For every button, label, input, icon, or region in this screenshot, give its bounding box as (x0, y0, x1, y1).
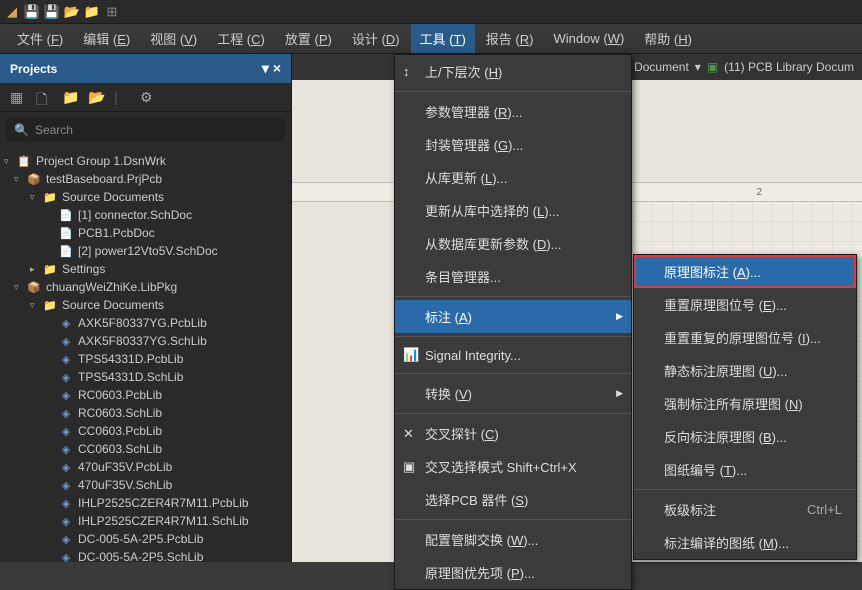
annotate-submenu: 原理图标注 (A)...重置原理图位号 (E)...重置重复的原理图位号 (I)… (633, 254, 857, 560)
menu-p[interactable]: 放置 (P) (276, 24, 341, 53)
tree-item[interactable]: ◈IHLP2525CZER4R7M11.SchLib (0, 512, 291, 530)
menu-t[interactable]: 工具 (T) (411, 24, 475, 53)
menu-item[interactable]: 标注编译的图纸 (M)... (634, 526, 856, 559)
menu-item[interactable]: 反向标注原理图 (B)... (634, 420, 856, 453)
menu-item[interactable]: 从库更新 (L)... (395, 161, 631, 194)
menu-item[interactable]: ↕上/下层次 (H) (395, 55, 631, 88)
tree-item[interactable]: ▸📁Settings (0, 260, 291, 278)
menu-e[interactable]: 编辑 (E) (74, 24, 139, 53)
gear-icon[interactable]: ⚙ (140, 89, 156, 105)
tree-item[interactable]: ▿📦testBaseboard.PrjPcb (0, 170, 291, 188)
tree-item[interactable]: ◈RC0603.PcbLib (0, 386, 291, 404)
tool-icon-4[interactable]: 📂 (88, 89, 104, 105)
altium-logo-icon: ◢ (4, 4, 20, 20)
menu-item[interactable]: 📊Signal Integrity... (395, 340, 631, 370)
menu-v[interactable]: 视图 (V) (141, 24, 206, 53)
menu-item[interactable]: 图纸编号 (T)... (634, 453, 856, 486)
tree-item[interactable]: ◈AXK5F80337YG.PcbLib (0, 314, 291, 332)
menu-item[interactable]: ▣交叉选择模式 Shift+Ctrl+X (395, 450, 631, 483)
tree-item[interactable]: ◈CC0603.SchLib (0, 440, 291, 458)
menu-c[interactable]: 工程 (C) (208, 24, 274, 53)
close-icon[interactable]: ▾ × (262, 60, 281, 77)
menu-item[interactable]: 选择PCB 器件 (S) (395, 483, 631, 516)
menu-item[interactable]: 转换 (V)▶ (395, 377, 631, 410)
menu-item[interactable]: 参数管理器 (R)... (395, 95, 631, 128)
tree-item[interactable]: ◈CC0603.PcbLib (0, 422, 291, 440)
pcb-icon: ▣ (707, 60, 718, 74)
tree-item[interactable]: ▿📁Source Documents (0, 296, 291, 314)
tree-item[interactable]: ◈470uF35V.PcbLib (0, 458, 291, 476)
menu-item[interactable]: 封装管理器 (G)... (395, 128, 631, 161)
menu-item[interactable]: ✕交叉探针 (C) (395, 417, 631, 450)
menu-item[interactable]: 重置重复的原理图位号 (I)... (634, 321, 856, 354)
tree-item[interactable]: ◈IHLP2525CZER4R7M11.PcbLib (0, 494, 291, 512)
save-icon[interactable]: 💾 (24, 4, 40, 20)
menu-item[interactable]: 重置原理图位号 (E)... (634, 288, 856, 321)
tools-menu-dropdown: ↕上/下层次 (H) 参数管理器 (R)...封装管理器 (G)...从库更新 (… (394, 54, 632, 590)
menu-item[interactable]: 强制标注所有原理图 (N) (634, 387, 856, 420)
tab-pcb-library[interactable]: (11) PCB Library Docum (724, 60, 854, 74)
menu-r[interactable]: 报告 (R) (477, 24, 543, 53)
menu-item[interactable]: 原理图优先项 (P)... (395, 556, 631, 589)
tree-item[interactable]: ◈TPS54331D.PcbLib (0, 350, 291, 368)
tool-icon-3[interactable]: 📁 (62, 89, 78, 105)
tool-icon-2[interactable]: 🗋 (36, 89, 52, 105)
tool-icon-1[interactable]: ▦ (10, 89, 26, 105)
tree-item[interactable]: 📄[2] power12Vto5V.SchDoc (0, 242, 291, 260)
menu-d[interactable]: 设计 (D) (343, 24, 409, 53)
project-tree: ▿📋Project Group 1.DsnWrk▿📦testBaseboard.… (0, 148, 291, 562)
save-all-icon[interactable]: 💾 (44, 4, 60, 20)
dropdown-icon[interactable]: ▾ (695, 60, 701, 74)
split-icon[interactable]: ⊞ (104, 4, 120, 20)
quick-toolbar: ◢ 💾 💾 📂 📁 ⊞ (0, 0, 862, 24)
menu-item[interactable]: 原理图标注 (A)... (634, 255, 856, 288)
menu-item[interactable]: 配置管脚交换 (W)... (395, 523, 631, 556)
menu-item[interactable]: 标注 (A)▶ (395, 300, 631, 333)
menu-w[interactable]: Window (W) (544, 26, 633, 51)
tree-item[interactable]: ◈TPS54331D.SchLib (0, 368, 291, 386)
tree-item[interactable]: 📄[1] connector.SchDoc (0, 206, 291, 224)
menu-item[interactable]: 静态标注原理图 (U)... (634, 354, 856, 387)
menu-item[interactable]: 条目管理器... (395, 260, 631, 293)
search-icon: 🔍 (14, 123, 29, 137)
menu-item[interactable]: 从数据库更新参数 (D)... (395, 227, 631, 260)
tree-item[interactable]: ◈AXK5F80337YG.SchLib (0, 332, 291, 350)
menubar: 文件 (F)编辑 (E)视图 (V)工程 (C)放置 (P)设计 (D)工具 (… (0, 24, 862, 54)
menu-item[interactable]: 更新从库中选择的 (L)... (395, 194, 631, 227)
tree-item[interactable]: ▿📁Source Documents (0, 188, 291, 206)
open-project-icon[interactable]: 📁 (84, 4, 100, 20)
tree-item[interactable]: ◈470uF35V.SchLib (0, 476, 291, 494)
panel-title: Projects (10, 62, 57, 76)
menu-item[interactable]: 板级标注Ctrl+L (634, 493, 856, 526)
tree-item[interactable]: ◈DC-005-5A-2P5.SchLib (0, 548, 291, 562)
menu-h[interactable]: 帮助 (H) (635, 24, 701, 53)
open-icon[interactable]: 📂 (64, 4, 80, 20)
projects-panel: Projects ▾ × ▦ 🗋 📁 📂 | ⚙ 🔍 Search ▿📋Proj… (0, 54, 292, 562)
tree-item[interactable]: ▿📦chuangWeiZhiKe.LibPkg (0, 278, 291, 296)
tab-document[interactable]: Document (634, 60, 689, 74)
search-input[interactable]: 🔍 Search (6, 118, 285, 142)
tree-item[interactable]: ◈RC0603.SchLib (0, 404, 291, 422)
tree-item[interactable]: ▿📋Project Group 1.DsnWrk (0, 152, 291, 170)
tree-item[interactable]: ◈DC-005-5A-2P5.PcbLib (0, 530, 291, 548)
tree-item[interactable]: 📄PCB1.PcbDoc (0, 224, 291, 242)
menu-f[interactable]: 文件 (F) (8, 24, 72, 53)
